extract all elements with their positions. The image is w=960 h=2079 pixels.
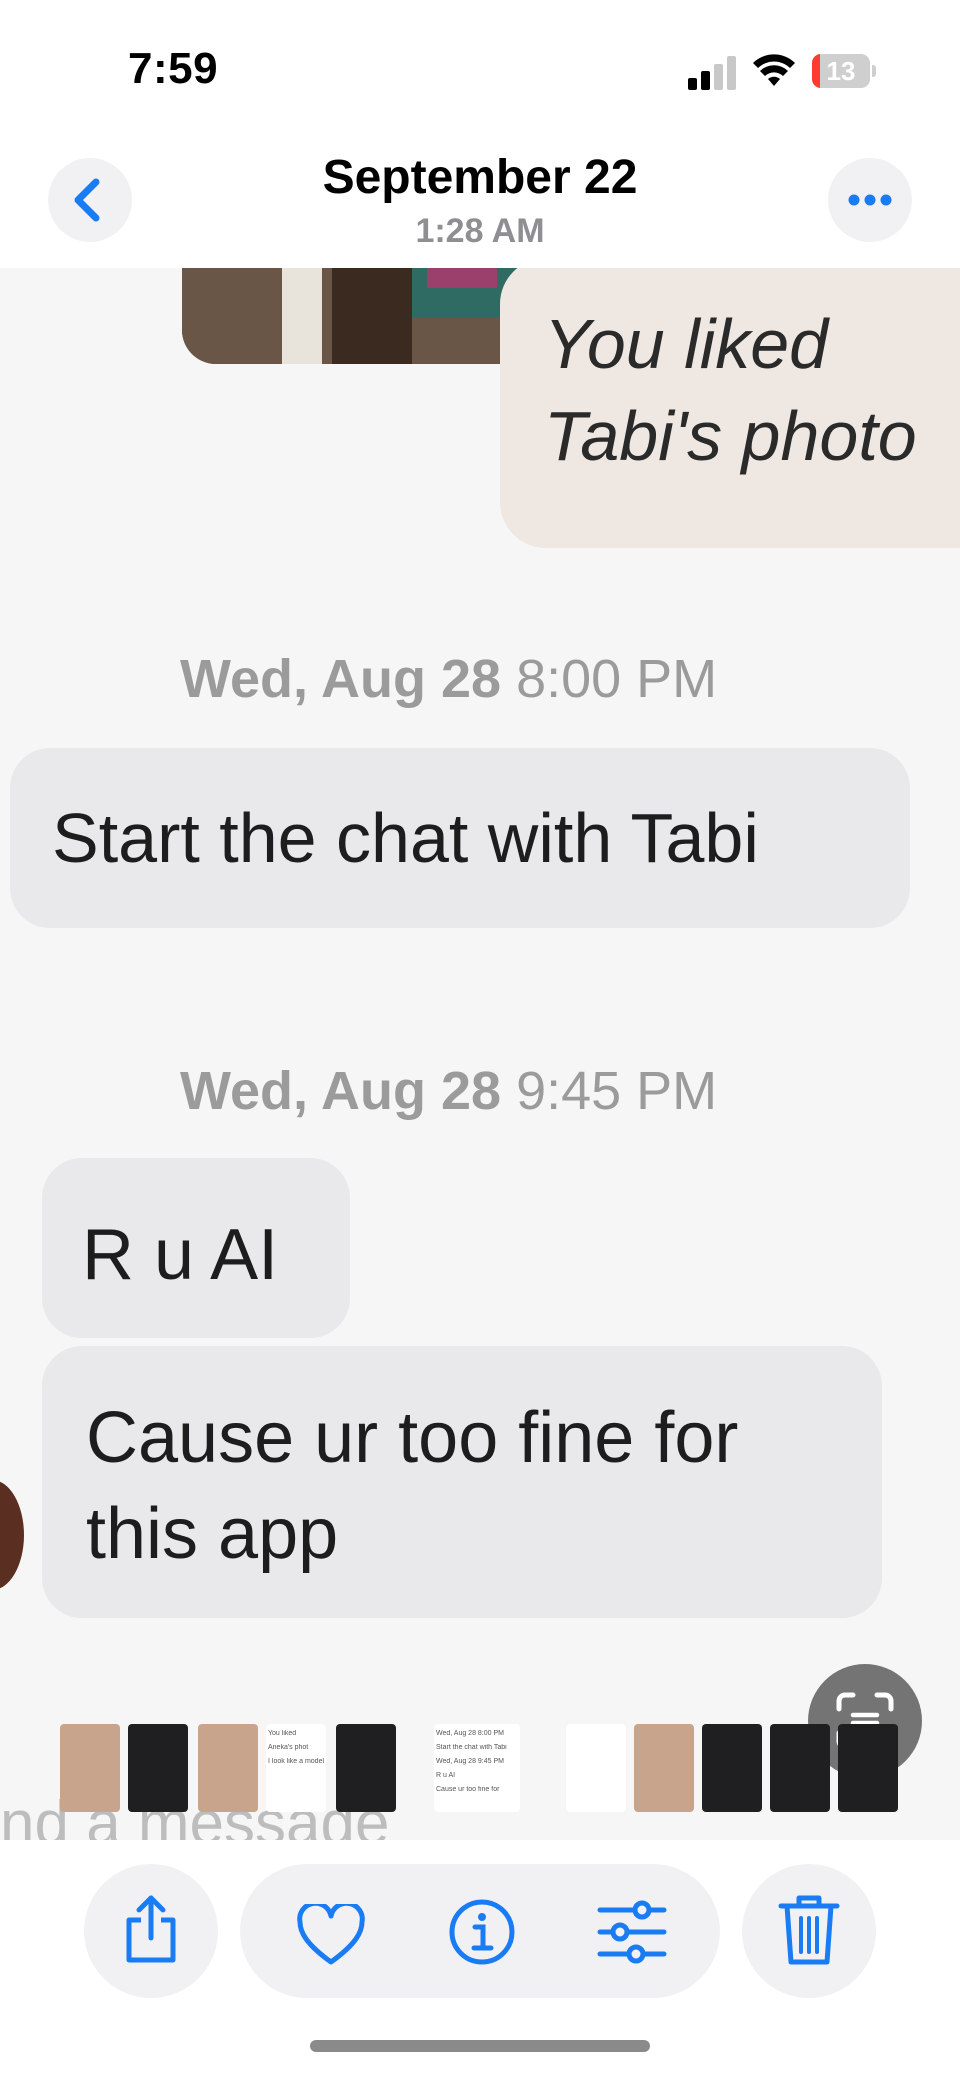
- thumbnail[interactable]: [702, 1724, 762, 1812]
- date-stamp: Wed, Aug 28 8:00 PM: [180, 648, 717, 710]
- date-stamp-date: Wed, Aug 28: [180, 649, 502, 709]
- thumbnail-text: Wed, Aug 28 9:45 PM: [436, 1758, 504, 1765]
- header-subtitle: 1:28 AM: [415, 212, 545, 250]
- thumbnail[interactable]: Wed, Aug 28 8:00 PM Start the chat with T…: [434, 1724, 520, 1812]
- thumbnail[interactable]: [336, 1724, 396, 1812]
- thumbnail[interactable]: [838, 1724, 898, 1812]
- message-bubble: Start the chat with Tabi: [10, 748, 910, 928]
- status-time: 7:59: [128, 44, 219, 93]
- message-text: Cause ur too fine for this app: [86, 1398, 739, 1574]
- toolbar-pill: [240, 1864, 720, 1998]
- ellipsis-icon: [848, 194, 892, 206]
- avatar: [0, 1480, 24, 1590]
- photo-header: September 22 1:28 AM: [0, 140, 960, 268]
- thumbnail-text: Aneka's phot: [268, 1744, 309, 1751]
- battery-icon: 13: [812, 54, 876, 88]
- cellular-signal-icon: [688, 56, 736, 90]
- date-stamp-time: 8:00 PM: [516, 649, 718, 709]
- photo-content[interactable]: You liked Tabi's photo Wed, Aug 28 8:00 …: [0, 268, 960, 1840]
- header-title: September 22: [322, 151, 638, 204]
- thumbnail-text: R u AI: [436, 1772, 456, 1779]
- thumbnail-text: Start the chat with Tabi: [436, 1744, 507, 1751]
- adjust-icon[interactable]: [596, 1900, 668, 1964]
- battery-level: 13: [826, 56, 856, 86]
- date-stamp-date: Wed, Aug 28: [180, 1061, 502, 1121]
- thumbnail[interactable]: [634, 1724, 694, 1812]
- thumbnail-text: Cause ur too fine for: [436, 1786, 500, 1793]
- date-stamp-time: 9:45 PM: [516, 1061, 718, 1121]
- thumbnail[interactable]: [770, 1724, 830, 1812]
- trash-icon: [778, 1895, 840, 1965]
- status-bar: 7:59 13: [0, 0, 960, 140]
- delete-button[interactable]: [742, 1864, 876, 1998]
- heart-icon[interactable]: [296, 1904, 366, 1966]
- liked-photo-bubble: You liked Tabi's photo: [500, 268, 960, 548]
- thumbnail[interactable]: [198, 1724, 258, 1812]
- message-bubble: Cause ur too fine for this app: [42, 1346, 882, 1618]
- thumbnail-text: Wed, Aug 28 8:00 PM: [436, 1730, 504, 1737]
- thumbnail-text: You liked: [268, 1730, 297, 1737]
- info-icon[interactable]: [448, 1898, 516, 1966]
- more-button[interactable]: [828, 158, 912, 242]
- message-text: R u AI: [82, 1215, 279, 1295]
- wifi-icon: [753, 54, 795, 86]
- thumbnail-strip[interactable]: You liked Aneka's phot I look like a model…: [0, 1720, 960, 1816]
- share-button[interactable]: [84, 1864, 218, 1998]
- message-text: Start the chat with Tabi: [52, 799, 759, 877]
- thumbnail-text: I look like a model: [268, 1758, 324, 1765]
- thumbnail[interactable]: [566, 1724, 626, 1812]
- share-icon: [126, 1895, 176, 1963]
- home-indicator[interactable]: [310, 2040, 650, 2052]
- thumbnail[interactable]: You liked Aneka's phot I look like a model: [266, 1724, 326, 1812]
- thumbnail[interactable]: [60, 1724, 120, 1812]
- chat-image: [182, 268, 542, 364]
- date-stamp: Wed, Aug 28 9:45 PM: [180, 1060, 717, 1122]
- liked-photo-text: You liked Tabi's photo: [544, 305, 917, 475]
- thumbnail[interactable]: [128, 1724, 188, 1812]
- message-bubble: R u AI: [42, 1158, 350, 1338]
